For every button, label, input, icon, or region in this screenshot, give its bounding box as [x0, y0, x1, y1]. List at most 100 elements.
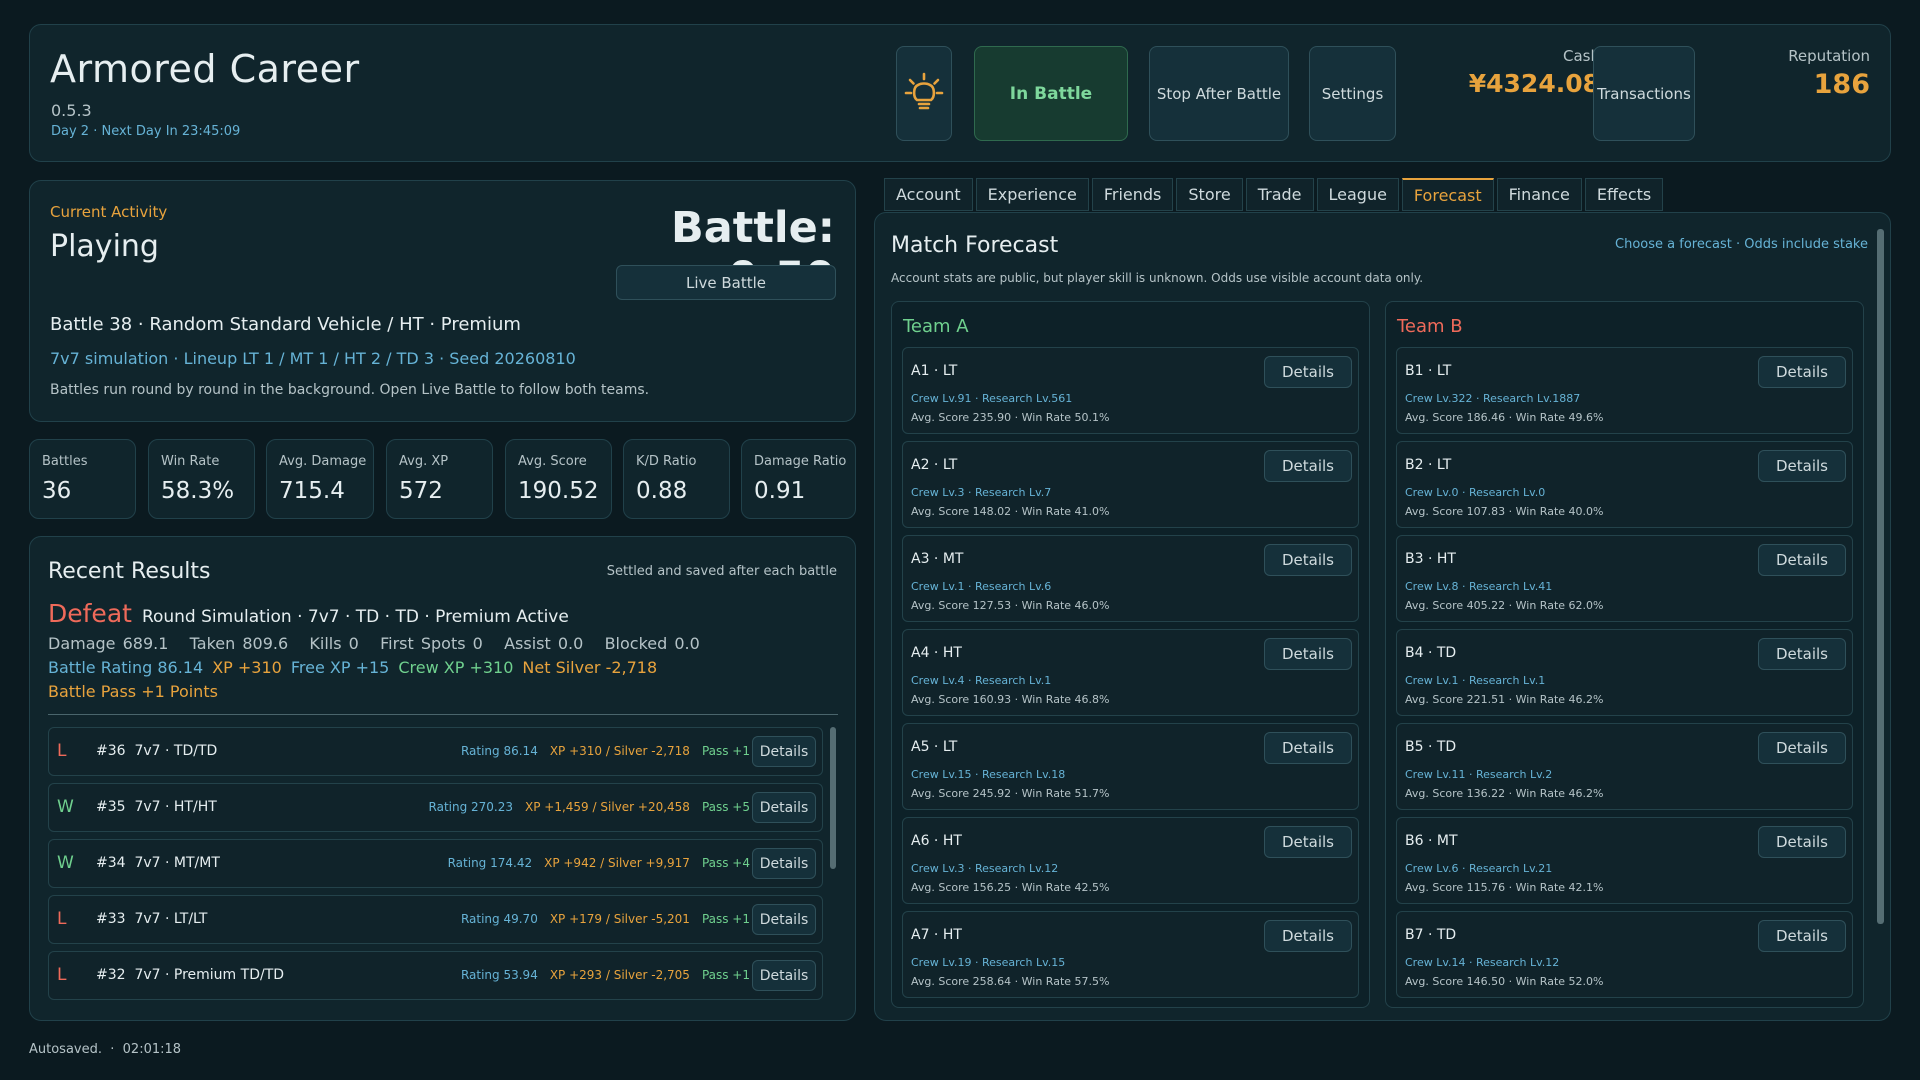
player-name: A4 · HT: [911, 645, 962, 661]
recent-results-note: Settled and saved after each battle: [606, 564, 837, 579]
tab-trade[interactable]: Trade: [1245, 178, 1314, 211]
player-stats: Avg. Score 107.83 · Win Rate 40.0%: [1405, 505, 1604, 518]
lightbulb-icon: [904, 72, 944, 109]
result-details-button[interactable]: Details: [752, 736, 816, 767]
tab-store[interactable]: Store: [1176, 178, 1243, 211]
player-name: B7 · TD: [1405, 927, 1457, 943]
stat-value: 36: [42, 478, 72, 504]
player-name: A2 · LT: [911, 457, 958, 473]
player-details-button[interactable]: Details: [1264, 638, 1352, 670]
player-name: B4 · TD: [1405, 645, 1457, 661]
tab-finance[interactable]: Finance: [1496, 178, 1582, 211]
player-details-button[interactable]: Details: [1264, 826, 1352, 858]
stop-after-battle-button[interactable]: Stop After Battle: [1149, 46, 1289, 141]
result-xp-silver: XP +310 / Silver -2,718: [549, 744, 690, 758]
team-b-list: B1 · LT Crew Lv.322 · Research Lv.1887 A…: [1396, 347, 1853, 1005]
player-crew: Crew Lv.1 · Research Lv.1: [1405, 674, 1546, 687]
result-xp-silver: XP +1,459 / Silver +20,458: [525, 800, 690, 814]
tab-experience[interactable]: Experience: [975, 178, 1089, 211]
forecast-title: Match Forecast: [891, 233, 1059, 258]
result-outcome: L: [57, 909, 67, 929]
player-name: A7 · HT: [911, 927, 962, 943]
player-card: B4 · TD Crew Lv.1 · Research Lv.1 Avg. S…: [1396, 629, 1853, 716]
result-details-button[interactable]: Details: [752, 904, 816, 935]
result-outcome: W: [57, 853, 74, 873]
result-details-button[interactable]: Details: [752, 792, 816, 823]
player-stats: Avg. Score 405.22 · Win Rate 62.0%: [1405, 599, 1604, 612]
player-details-button[interactable]: Details: [1264, 450, 1352, 482]
header-bar: Armored Career 0.5.3 Day 2 · Next Day In…: [29, 24, 1891, 162]
result-rating: Rating 86.14: [460, 744, 538, 758]
player-name: B3 · HT: [1405, 551, 1456, 567]
live-battle-button[interactable]: Live Battle: [616, 265, 836, 300]
last-result-outcome: Defeat: [48, 599, 132, 628]
result-outcome: L: [57, 741, 67, 761]
result-pass: Pass +1: [701, 744, 750, 758]
autosave-status: Autosaved. · 02:01:18: [29, 1042, 182, 1057]
result-row: L #36 7v7 · TD/TD Rating 86.14 XP +310 /…: [48, 727, 823, 776]
player-crew: Crew Lv.6 · Research Lv.21: [1405, 862, 1553, 875]
stat-damage-ratio: Damage Ratio 0.91: [741, 439, 856, 519]
result-pass: Pass +4: [701, 856, 750, 870]
player-name: B6 · MT: [1405, 833, 1458, 849]
activity-state: Playing: [50, 229, 159, 264]
player-details-button[interactable]: Details: [1758, 638, 1846, 670]
player-details-button[interactable]: Details: [1758, 920, 1846, 952]
tab-account[interactable]: Account: [884, 178, 973, 211]
player-name: B2 · LT: [1405, 457, 1452, 473]
cash-value: ¥4324.08: [1468, 69, 1600, 98]
player-card: B7 · TD Crew Lv.14 · Research Lv.12 Avg.…: [1396, 911, 1853, 998]
tab-friends[interactable]: Friends: [1091, 178, 1174, 211]
player-card: B3 · HT Crew Lv.8 · Research Lv.41 Avg. …: [1396, 535, 1853, 622]
result-xp-silver: XP +293 / Silver -2,705: [549, 968, 690, 982]
last-result-rewards: Battle Rating 86.14 XP +310 Free XP +15 …: [48, 658, 657, 677]
result-details-button[interactable]: Details: [752, 848, 816, 879]
player-details-button[interactable]: Details: [1758, 356, 1846, 388]
team-a-column: Team A A1 · LT Crew Lv.91 · Research Lv.…: [891, 301, 1370, 1008]
crew-xp-reward: Crew XP +310: [398, 658, 514, 677]
results-list: L #36 7v7 · TD/TD Rating 86.14 XP +310 /…: [48, 727, 823, 1007]
battle-pass-points: Battle Pass +1 Points: [48, 682, 218, 701]
player-card: B6 · MT Crew Lv.6 · Research Lv.21 Avg. …: [1396, 817, 1853, 904]
player-stats: Avg. Score 221.51 · Win Rate 46.2%: [1405, 693, 1604, 706]
stat-win-rate: Win Rate 58.3%: [148, 439, 255, 519]
player-details-button[interactable]: Details: [1758, 826, 1846, 858]
player-details-button[interactable]: Details: [1264, 732, 1352, 764]
tab-league[interactable]: League: [1316, 178, 1399, 211]
result-pass: Pass +5: [701, 800, 750, 814]
player-card: A6 · HT Crew Lv.3 · Research Lv.12 Avg. …: [902, 817, 1359, 904]
stat-label: Win Rate: [161, 454, 220, 469]
transactions-button[interactable]: Transactions: [1593, 46, 1695, 141]
player-details-button[interactable]: Details: [1264, 544, 1352, 576]
in-battle-button[interactable]: In Battle: [974, 46, 1128, 141]
result-name: #36 7v7 · TD/TD: [96, 743, 218, 759]
settings-button[interactable]: Settings: [1309, 46, 1396, 141]
result-summary: Rating 86.14 XP +310 / Silver -2,718 Pas…: [461, 744, 750, 758]
hint-button[interactable]: [896, 46, 952, 141]
tab-effects[interactable]: Effects: [1584, 178, 1664, 211]
player-details-button[interactable]: Details: [1758, 544, 1846, 576]
results-scrollbar[interactable]: [830, 727, 836, 869]
last-result-description: Round Simulation · 7v7 · TD · TD · Premi…: [141, 607, 569, 627]
player-details-button[interactable]: Details: [1758, 732, 1846, 764]
result-details-button[interactable]: Details: [752, 960, 816, 991]
stat-value: 715.4: [279, 478, 345, 504]
player-details-button[interactable]: Details: [1758, 450, 1846, 482]
player-name: A6 · HT: [911, 833, 962, 849]
result-name: #35 7v7 · HT/HT: [96, 799, 217, 815]
tab-forecast[interactable]: Forecast: [1401, 178, 1494, 211]
stat-label: Damage Ratio: [754, 454, 847, 469]
cash-label: Cash: [1563, 47, 1600, 65]
day-info: Day 2 · Next Day In 23:45:09: [51, 124, 241, 139]
reputation-value: 186: [1813, 69, 1870, 100]
player-crew: Crew Lv.15 · Research Lv.18: [911, 768, 1066, 781]
player-details-button[interactable]: Details: [1264, 356, 1352, 388]
reputation-label: Reputation: [1788, 47, 1870, 65]
forecast-links[interactable]: Choose a forecast · Odds include stake: [1615, 237, 1868, 252]
player-details-button[interactable]: Details: [1264, 920, 1352, 952]
team-a-name: Team A: [903, 316, 969, 337]
result-name: #33 7v7 · LT/LT: [96, 911, 208, 927]
player-stats: Avg. Score 136.22 · Win Rate 46.2%: [1405, 787, 1604, 800]
player-card: A3 · MT Crew Lv.1 · Research Lv.6 Avg. S…: [902, 535, 1359, 622]
forecast-scrollbar[interactable]: [1877, 229, 1884, 924]
